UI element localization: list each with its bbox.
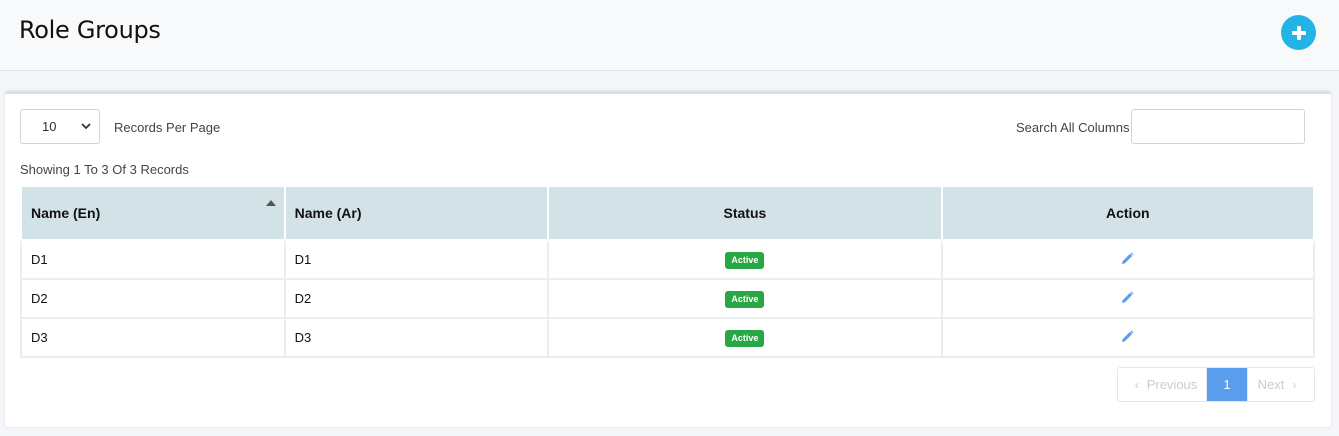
next-label: Next (1257, 377, 1285, 392)
cell-name-ar: D2 (283, 278, 550, 319)
table-row: D1 D1 Active (20, 239, 1316, 280)
plus-circle-icon (1291, 25, 1306, 40)
table-row: D3 D3 Active (20, 317, 1316, 358)
column-header-status[interactable]: Status (547, 185, 943, 241)
records-per-page-label: Records Per Page (114, 120, 221, 135)
page-size-value: 10 (42, 119, 57, 134)
role-groups-card: 10 Records Per Page Search All Columns S… (5, 91, 1331, 427)
cell-action (940, 317, 1316, 358)
sort-ascending-icon (265, 200, 276, 206)
status-badge: Active (725, 329, 765, 347)
column-header-action: Action (940, 185, 1316, 241)
chevron-down-icon (81, 123, 91, 130)
table-row: D2 D2 Active (20, 278, 1316, 319)
column-header-name-en[interactable]: Name (En) (20, 185, 286, 241)
add-role-group-button[interactable] (1281, 15, 1316, 50)
cell-name-en: D3 (20, 317, 286, 358)
cell-status: Active (547, 239, 943, 280)
cell-action (940, 278, 1316, 319)
next-page-button[interactable]: Next › (1247, 368, 1314, 401)
table-header-row: Name (En) Name (Ar) Status Action (20, 185, 1316, 241)
previous-label: Previous (1146, 377, 1198, 392)
cell-name-en: D2 (20, 278, 286, 319)
pagination: ‹ Previous 1 Next › (1117, 367, 1315, 402)
records-count-text: Showing 1 To 3 Of 3 Records (20, 162, 189, 177)
cell-name-ar: D3 (283, 317, 550, 358)
page-title: Role Groups (19, 16, 161, 44)
search-input[interactable] (1131, 109, 1305, 144)
cell-name-en: D1 (20, 239, 286, 280)
chevron-left-icon: ‹ (1134, 377, 1139, 392)
column-header-name-ar[interactable]: Name (Ar) (283, 185, 550, 241)
search-label: Search All Columns (1016, 120, 1130, 135)
cell-status: Active (547, 278, 943, 319)
chevron-right-icon: › (1292, 377, 1297, 392)
pencil-icon[interactable] (1121, 330, 1134, 346)
page-button-1[interactable]: 1 (1207, 368, 1247, 401)
pencil-icon[interactable] (1121, 252, 1134, 268)
status-badge: Active (725, 251, 765, 269)
status-badge: Active (725, 290, 765, 308)
role-groups-table: Name (En) Name (Ar) Status Action D1 D1 … (20, 185, 1316, 358)
cell-status: Active (547, 317, 943, 358)
pencil-icon[interactable] (1121, 291, 1134, 307)
cell-name-ar: D1 (283, 239, 550, 280)
page-header: Role Groups (0, 0, 1339, 71)
previous-page-button[interactable]: ‹ Previous (1118, 368, 1207, 401)
page-size-select[interactable]: 10 (20, 109, 100, 144)
cell-action (940, 239, 1316, 280)
